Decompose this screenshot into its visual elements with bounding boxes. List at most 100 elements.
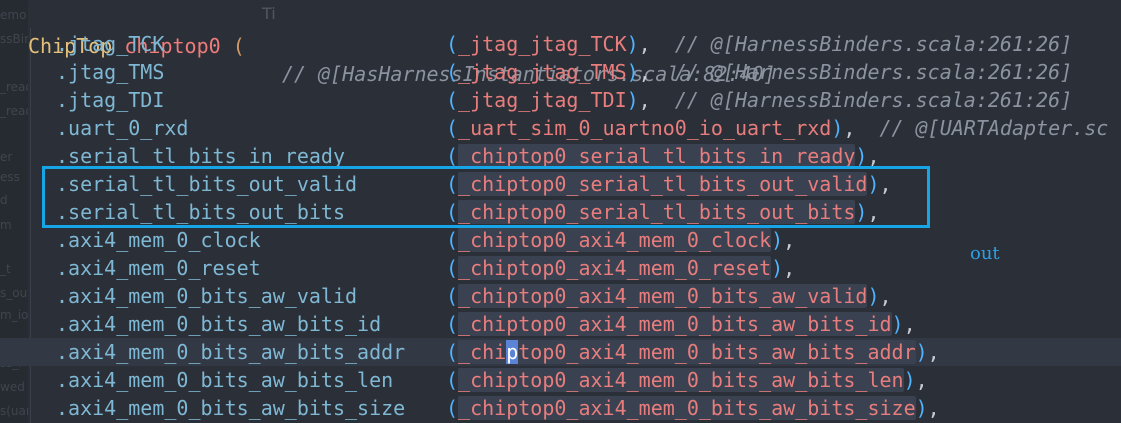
port-connection: (_chiptop0_serial_tl_bits_in_ready), <box>446 142 880 170</box>
port-name: .jtag_TMS <box>56 60 165 84</box>
port-name: .jtag_TDI <box>56 88 165 112</box>
signal-name: _chiptop0_axi4_mem_0_bits_aw_bits_addr <box>458 340 916 364</box>
port-name: .serial_tl_bits_out_bits <box>56 200 345 224</box>
port-name: .axi4_mem_0_bits_aw_valid <box>56 284 358 308</box>
comma: , <box>783 256 796 280</box>
line-comment: // @[HarnessBinders.scala:261:26] <box>674 88 1073 112</box>
port-connection: (_chiptop0_axi4_mem_0_bits_aw_bits_id), <box>446 310 916 338</box>
port-name: .axi4_mem_0_bits_aw_bits_len <box>56 368 394 392</box>
open-paren: ( <box>446 172 459 196</box>
comma: , <box>903 312 916 336</box>
code-line[interactable]: .jtag_TCK (_jtag_jtag_TCK), // @[HarnessB… <box>0 30 1121 58</box>
close-paren: ) <box>867 284 880 308</box>
comma: , <box>638 88 651 112</box>
open-paren: ( <box>446 284 459 308</box>
comma: , <box>927 340 940 364</box>
port-connection: (_chiptop0_axi4_mem_0_bits_aw_valid), <box>446 282 892 310</box>
code-line[interactable]: .axi4_mem_0_reset (_chiptop0_axi4_mem_0_r… <box>0 254 1121 282</box>
port-connection: (_chiptop0_axi4_mem_0_reset), <box>446 254 795 282</box>
close-paren: ) <box>891 312 904 336</box>
port-connection: (_jtag_jtag_TMS), // @[HarnessBinders.sc… <box>446 58 1072 86</box>
comma: , <box>879 172 892 196</box>
code-line[interactable]: .jtag_TMS (_jtag_jtag_TMS), // @[HarnessB… <box>0 58 1121 86</box>
comma: , <box>867 144 880 168</box>
close-paren: ) <box>855 200 868 224</box>
code-line[interactable]: .axi4_mem_0_bits_aw_bits_size (_chiptop0_… <box>0 394 1121 422</box>
signal-name: _jtag_jtag_TCK <box>458 32 627 56</box>
close-paren: ) <box>626 88 639 112</box>
open-paren: ( <box>446 228 459 252</box>
code-line[interactable]: .serial_tl_bits_out_bits (_chiptop0_seria… <box>0 198 1121 226</box>
close-paren: ) <box>915 396 928 420</box>
open-paren: ( <box>446 396 459 420</box>
port-name: .uart_0_rxd <box>56 116 189 140</box>
code-line[interactable]: .axi4_mem_0_clock (_chiptop0_axi4_mem_0_c… <box>0 226 1121 254</box>
port-connection: (_uart_sim_0_uartno0_io_uart_rxd), // @[… <box>446 114 1108 142</box>
open-paren: ( <box>446 88 459 112</box>
port-connection: (_chiptop0_axi4_mem_0_bits_aw_bits_len), <box>446 366 928 394</box>
signal-name: _chiptop0_axi4_mem_0_bits_aw_valid <box>458 284 868 308</box>
line-comment: // @[HarnessBinders.scala:261:26] <box>674 60 1073 84</box>
line-comment: // @[UARTAdapter.sc <box>879 116 1109 140</box>
open-paren: ( <box>446 60 459 84</box>
port-connection: (_chiptop0_axi4_mem_0_bits_aw_bits_addr)… <box>446 338 940 366</box>
code-editor[interactable]: ChipTop chiptop0 ( // @[HasHarnessInstan… <box>0 0 1121 423</box>
open-paren: ( <box>446 200 459 224</box>
port-name: .serial_tl_bits_in_ready <box>56 144 345 168</box>
port-connection: (_chiptop0_axi4_mem_0_clock), <box>446 226 795 254</box>
code-line[interactable]: .uart_0_rxd (_uart_sim_0_uartno0_io_uart_… <box>0 114 1121 142</box>
annotation-out-label: out <box>970 243 1000 264</box>
port-name: .axi4_mem_0_bits_aw_bits_id <box>56 312 382 336</box>
port-connection: (_jtag_jtag_TCK), // @[HarnessBinders.sc… <box>446 30 1072 58</box>
signal-name: _jtag_jtag_TDI <box>458 88 627 112</box>
close-paren: ) <box>903 368 916 392</box>
comma: , <box>915 368 928 392</box>
port-connection: (_chiptop0_serial_tl_bits_out_bits), <box>446 198 880 226</box>
signal-name: _chiptop0_serial_tl_bits_out_bits <box>458 200 856 224</box>
close-paren: ) <box>867 172 880 196</box>
signal-name: _chiptop0_axi4_mem_0_bits_aw_bits_len <box>458 368 904 392</box>
port-name: .axi4_mem_0_clock <box>56 228 261 252</box>
line-comment: // @[HarnessBinders.scala:261:26] <box>674 32 1073 56</box>
comma: , <box>783 228 796 252</box>
port-connection: (_jtag_jtag_TDI), // @[HarnessBinders.sc… <box>446 86 1072 114</box>
close-paren: ) <box>915 340 928 364</box>
close-paren: ) <box>771 256 784 280</box>
port-name: .axi4_mem_0_bits_aw_bits_size <box>56 396 406 420</box>
open-paren: ( <box>446 256 459 280</box>
port-connection: (_chiptop0_axi4_mem_0_bits_aw_bits_size)… <box>446 394 940 422</box>
open-paren: ( <box>446 144 459 168</box>
open-paren: ( <box>446 368 459 392</box>
code-line[interactable]: .axi4_mem_0_bits_aw_bits_addr (_chiptop0_… <box>0 338 1121 366</box>
signal-name: _jtag_jtag_TMS <box>458 60 627 84</box>
open-paren: ( <box>446 116 459 140</box>
port-name: .axi4_mem_0_reset <box>56 256 261 280</box>
comma: , <box>927 396 940 420</box>
signal-name: _chiptop0_serial_tl_bits_out_valid <box>458 172 868 196</box>
code-line[interactable]: .axi4_mem_0_bits_aw_bits_id (_chiptop0_ax… <box>0 310 1121 338</box>
comma: , <box>843 116 856 140</box>
code-line[interactable]: .axi4_mem_0_bits_aw_bits_len (_chiptop0_a… <box>0 366 1121 394</box>
comma: , <box>879 284 892 308</box>
code-line[interactable]: .serial_tl_bits_in_ready (_chiptop0_seria… <box>0 142 1121 170</box>
code-line[interactable]: .jtag_TDI (_jtag_jtag_TDI), // @[HarnessB… <box>0 86 1121 114</box>
signal-name: _chiptop0_axi4_mem_0_bits_aw_bits_size <box>458 396 916 420</box>
signal-name: _chiptop0_axi4_mem_0_bits_aw_bits_id <box>458 312 892 336</box>
port-connection: (_chiptop0_serial_tl_bits_out_valid), <box>446 170 892 198</box>
code-line-header[interactable]: ChipTop chiptop0 ( // @[HasHarnessInstan… <box>0 4 1121 86</box>
comma: , <box>867 200 880 224</box>
signal-name: _chiptop0_axi4_mem_0_clock <box>458 228 772 252</box>
close-paren: ) <box>771 228 784 252</box>
code-line[interactable]: .serial_tl_bits_out_valid (_chiptop0_seri… <box>0 170 1121 198</box>
port-name: .jtag_TCK <box>56 32 165 56</box>
open-paren: ( <box>446 340 459 364</box>
open-paren: ( <box>446 32 459 56</box>
close-paren: ) <box>831 116 844 140</box>
code-line[interactable]: .axi4_mem_0_bits_aw_valid (_chiptop0_axi4… <box>0 282 1121 310</box>
port-name: .serial_tl_bits_out_valid <box>56 172 358 196</box>
signal-name: _uart_sim_0_uartno0_io_uart_rxd <box>458 116 832 140</box>
open-paren: ( <box>446 312 459 336</box>
close-paren: ) <box>855 144 868 168</box>
signal-name: _chiptop0_serial_tl_bits_in_ready <box>458 144 856 168</box>
port-name: .axi4_mem_0_bits_aw_bits_addr <box>56 340 406 364</box>
